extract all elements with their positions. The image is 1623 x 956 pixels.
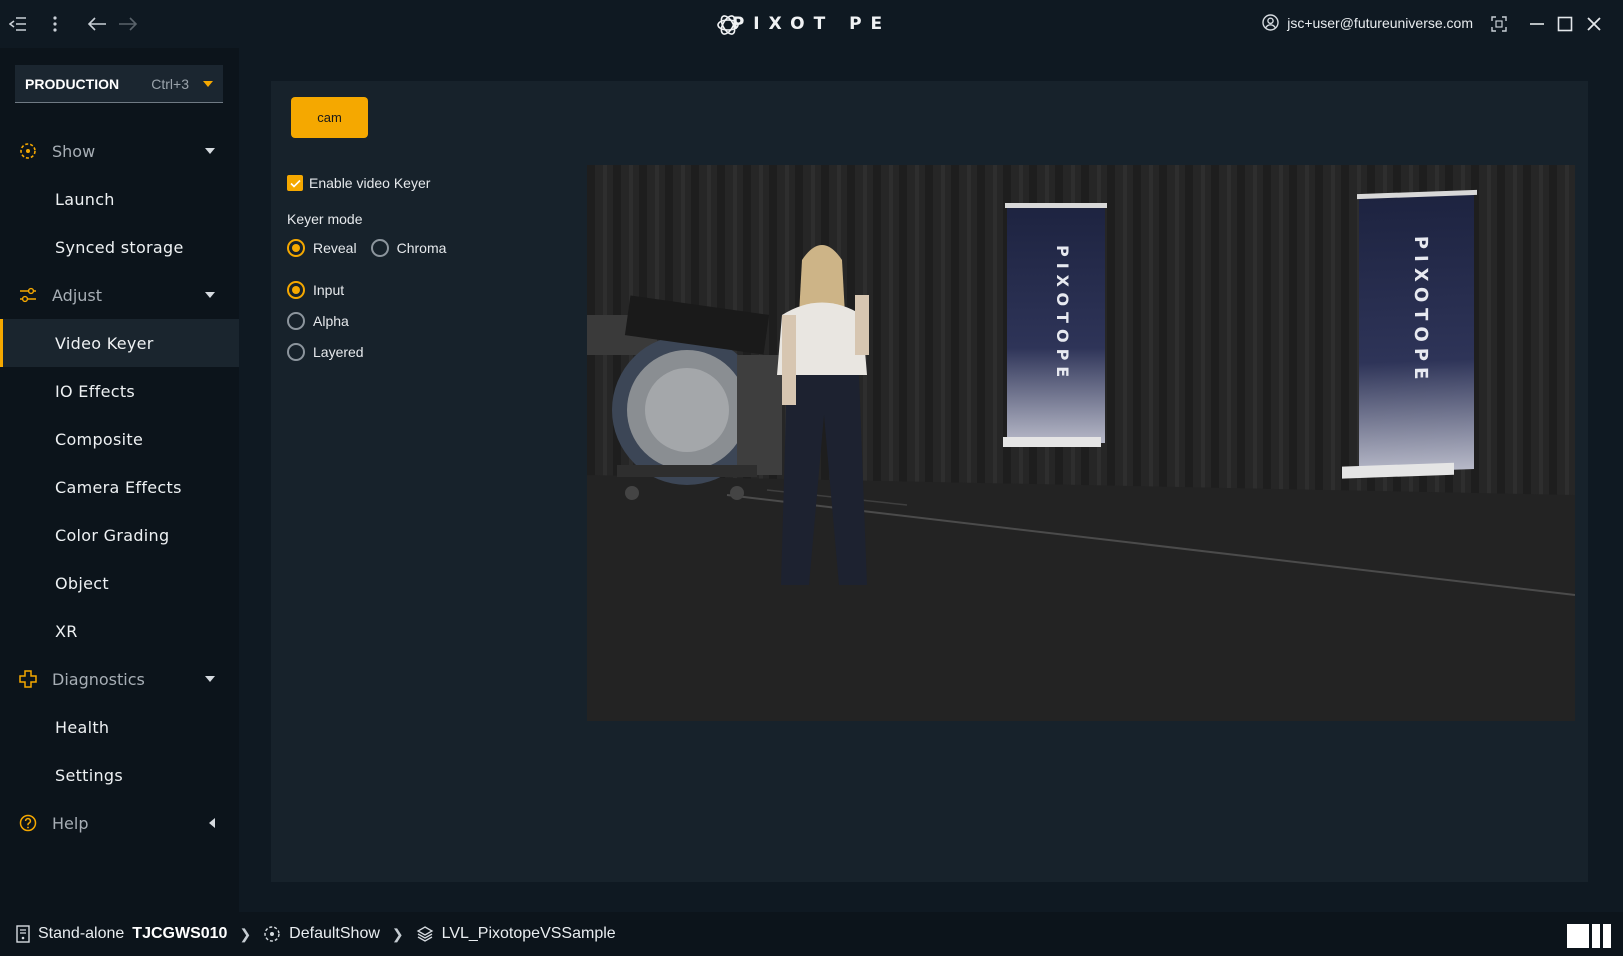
nav-section-diagnostics[interactable]: Diagnostics: [0, 655, 239, 703]
mode-shortcut: Ctrl+3: [151, 75, 189, 92]
camera-feed-image: PIXOTOPE PIXOTOPE: [587, 165, 1575, 721]
status-bar: Stand-alone TJCGWS010 ❯ DefaultShow ❯ LV…: [0, 912, 1623, 956]
mode-radio-reveal[interactable]: Reveal: [287, 239, 357, 257]
server-icon: [16, 925, 30, 943]
chevron-down-icon: [205, 148, 215, 154]
nav-item-object[interactable]: Object: [0, 559, 239, 607]
sidebar: PRODUCTION Ctrl+3 Show Launch Synced sto…: [0, 48, 239, 912]
nav-item-composite[interactable]: Composite: [0, 415, 239, 463]
mode-radio-chroma[interactable]: Chroma: [370, 239, 447, 257]
view-mode-group: Input Alpha Layered: [287, 281, 446, 361]
logo-mark-icon: [717, 15, 739, 35]
view-radio-label: Input: [313, 282, 345, 298]
status-show[interactable]: DefaultShow: [263, 925, 380, 943]
chevron-left-icon: [209, 818, 215, 828]
radio-unselected-icon: [287, 343, 305, 361]
nav-item-launch[interactable]: Launch: [0, 175, 239, 223]
keyer-mode-group: Reveal Chroma: [287, 239, 446, 257]
radio-unselected-icon: [287, 312, 305, 330]
close-icon[interactable]: [1582, 12, 1606, 36]
nav-item-xr[interactable]: XR: [0, 607, 239, 655]
keyer-controls: Enable video Keyer Keyer mode Reveal Chr…: [287, 175, 446, 361]
sliders-icon: [18, 285, 38, 305]
status-level-name: LVL_PixotopeVSSample: [441, 925, 616, 942]
nav-section-help[interactable]: Help: [0, 799, 239, 847]
help-icon: [18, 813, 38, 833]
mode-radio-label: Reveal: [313, 240, 357, 256]
nav-item-color-grading[interactable]: Color Grading: [0, 511, 239, 559]
nav-item-io-effects[interactable]: IO Effects: [0, 367, 239, 415]
show-icon: [18, 141, 38, 161]
radio-selected-icon: [287, 239, 305, 257]
diagnostics-icon: [18, 669, 38, 689]
camera-select-button[interactable]: cam: [291, 97, 368, 138]
nav-item-video-keyer[interactable]: Video Keyer: [0, 319, 239, 367]
user-email: jsc+user@futureuniverse.com: [1287, 14, 1473, 31]
video-keyer-panel: cam Enable video Keyer Keyer mode Reveal…: [271, 81, 1588, 882]
enable-keyer-label: Enable video Keyer: [309, 175, 431, 191]
radio-selected-icon: [287, 281, 305, 299]
mode-radio-label: Chroma: [396, 240, 447, 256]
title-bar: PIXOT PE jsc+user@futureuniverse.com: [0, 0, 1623, 48]
mode-label: PRODUCTION: [25, 75, 120, 92]
status-show-name: DefaultShow: [289, 925, 380, 942]
chevron-right-icon: ❯: [391, 925, 404, 942]
maximize-icon[interactable]: [1553, 12, 1577, 36]
chevron-down-icon: [205, 292, 215, 298]
svg-text:PIXOTOPE: PIXOTOPE: [1410, 236, 1431, 386]
nav-item-camera-effects[interactable]: Camera Effects: [0, 463, 239, 511]
nav-item-health[interactable]: Health: [0, 703, 239, 751]
view-radio-input[interactable]: Input: [287, 281, 446, 299]
status-level[interactable]: LVL_PixotopeVSSample: [416, 925, 616, 943]
user-icon: [1262, 14, 1279, 31]
user-account[interactable]: jsc+user@futureuniverse.com: [1262, 14, 1473, 31]
video-preview: PIXOTOPE PIXOTOPE: [587, 165, 1575, 721]
nav-section-label: Diagnostics: [52, 669, 145, 689]
check-icon: [287, 175, 303, 191]
svg-text:PIXOTOPE: PIXOTOPE: [1053, 245, 1072, 383]
nav-item-synced-storage[interactable]: Synced storage: [0, 223, 239, 271]
enable-keyer-checkbox[interactable]: Enable video Keyer: [287, 175, 446, 191]
mode-select[interactable]: PRODUCTION Ctrl+3: [15, 65, 223, 103]
minimize-icon[interactable]: [1525, 12, 1549, 36]
nav-section-adjust[interactable]: Adjust: [0, 271, 239, 319]
nav-section-show[interactable]: Show: [0, 127, 239, 175]
radio-unselected-icon: [370, 239, 389, 257]
nav-section-label: Help: [52, 813, 89, 833]
nav-menu: Show Launch Synced storage Adjust Video …: [0, 127, 239, 847]
layout-toggle-icon[interactable]: [1567, 924, 1611, 948]
status-machine[interactable]: Stand-alone TJCGWS010: [16, 925, 227, 943]
chevron-down-icon: [203, 80, 213, 87]
show-icon: [264, 926, 280, 942]
chevron-down-icon: [205, 676, 215, 682]
layers-icon: [416, 926, 433, 942]
view-radio-layered[interactable]: Layered: [287, 343, 446, 361]
status-mode: Stand-alone: [38, 925, 125, 942]
nav-section-label: Adjust: [52, 285, 103, 305]
view-radio-label: Layered: [313, 344, 364, 360]
status-machine-name: TJCGWS010: [132, 925, 228, 942]
nav-item-settings[interactable]: Settings: [0, 751, 239, 799]
view-radio-label: Alpha: [313, 313, 349, 329]
logo-text: PIXOT PE: [731, 14, 892, 34]
chevron-right-icon: ❯: [239, 925, 252, 942]
view-radio-alpha[interactable]: Alpha: [287, 312, 446, 330]
keyer-mode-label: Keyer mode: [287, 211, 363, 227]
nav-section-label: Show: [52, 141, 96, 161]
fullscreen-icon[interactable]: [1487, 12, 1511, 36]
